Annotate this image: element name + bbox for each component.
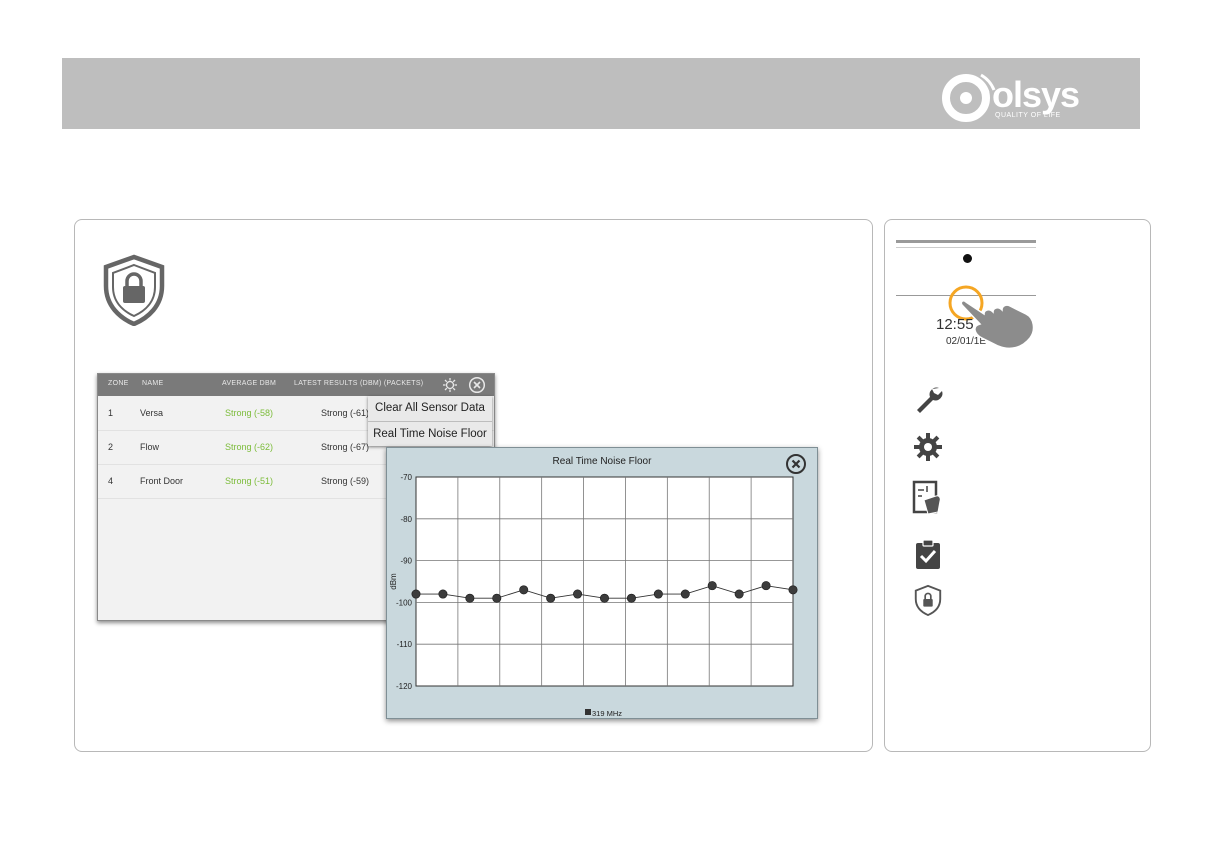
zone-cell: 4 [108,476,114,486]
y-tick-label: -110 [397,640,413,649]
column-header-name: NAME [142,380,164,387]
panel-top-bar [896,240,1036,243]
status-dot [963,254,972,263]
data-point [573,589,583,599]
data-point [680,589,690,599]
brand-logo: olsys QUALITY OF LIFE [940,68,1125,126]
data-point [519,585,529,595]
data-point [600,593,610,603]
clear-all-sensor-data-menu-item[interactable]: Clear All Sensor Data [368,396,492,420]
gear-icon[interactable] [442,377,458,393]
zone-cell: 1 [108,408,114,418]
panel-divider [896,247,1036,248]
shield-lock-icon[interactable] [912,584,944,616]
pointing-hand-icon [960,300,1035,350]
data-point [438,589,448,599]
brand-name: olsys [992,74,1080,115]
data-point [707,581,717,591]
latest-cell: Strong (-67) [321,442,370,452]
logo-mark-icon [942,73,996,122]
y-tick-label: -80 [400,515,412,524]
data-point [492,593,502,603]
clipboard-check-icon[interactable] [912,538,944,570]
latest-cell: Strong (-61) [321,408,370,418]
data-point [653,589,663,599]
column-header-latest: LATEST RESULTS (DBM) (PACKETS) [294,380,424,387]
plot-area [415,476,794,687]
y-tick-label: -120 [396,682,413,691]
y-tick-label: -70 [400,473,412,482]
legend-label: 319 MHz [592,709,622,718]
latest-cell: Strong (-59) [321,476,370,486]
name-cell: Flow [140,442,160,452]
noise-floor-chart-window: Real Time Noise Floor -70 -80 -90 -100 -110-… [386,447,818,719]
y-tick-label: -90 [400,557,412,566]
name-cell: Versa [140,408,164,418]
y-tick-label: -100 [396,598,413,607]
touch-panel-icon[interactable] [912,480,944,516]
zone-cell: 2 [108,442,114,452]
noise-floor-chart: -70 -80 -90 -100 -110 -120 dBm 319 MHz [389,473,798,718]
gear-icon[interactable] [912,431,944,463]
data-point [788,585,798,595]
wrench-icon[interactable] [912,383,944,415]
legend-swatch [585,709,591,715]
average-cell: Strong (-51) [225,476,274,486]
sensor-options-menu: Clear All Sensor Data Real Time Noise Fl… [368,396,492,446]
column-header-average: AVERAGE DBM [222,380,277,387]
data-point [546,593,556,603]
y-axis-label: dBm [389,573,398,590]
sensor-table-header: ZONE NAME AVERAGE DBM LATEST RESULTS (DB… [98,374,494,396]
column-header-zone: ZONE [108,380,129,387]
brand-tagline: QUALITY OF LIFE [995,112,1061,119]
data-point [626,593,636,603]
shield-lock-icon [103,254,165,326]
data-point [411,589,421,599]
data-point [465,593,475,603]
real-time-noise-floor-menu-item[interactable]: Real Time Noise Floor [368,422,492,446]
data-point [734,589,744,599]
close-icon[interactable] [468,376,486,394]
average-cell: Strong (-62) [225,442,274,452]
data-point [761,581,771,591]
name-cell: Front Door [140,476,184,486]
average-cell: Strong (-58) [225,408,274,418]
